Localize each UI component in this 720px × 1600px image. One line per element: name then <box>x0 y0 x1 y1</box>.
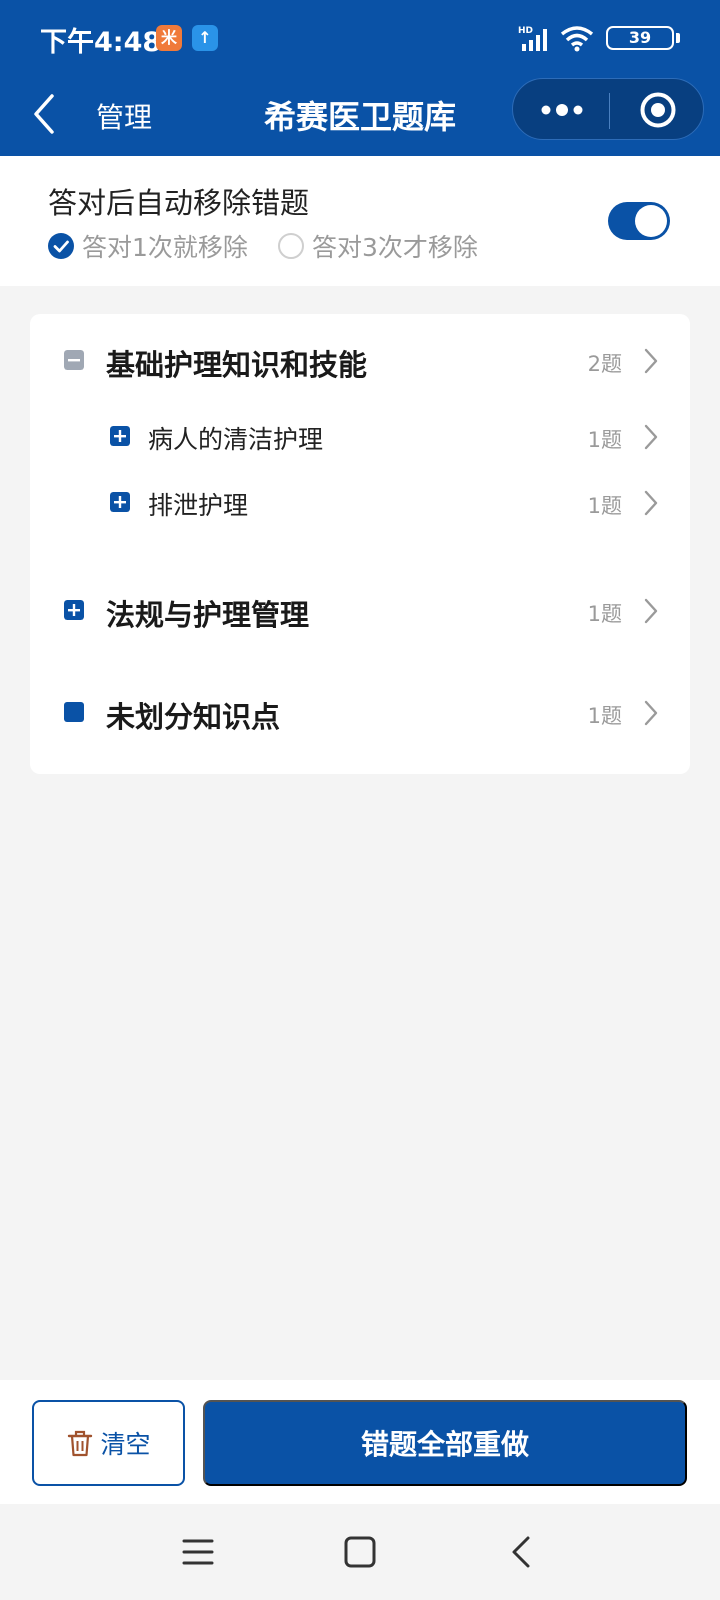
category-label: 病人的清洁护理 <box>148 425 324 454</box>
toggle-knob <box>635 205 667 237</box>
app-screen: 下午4:48 米 ↑ HD 39 管理 希赛医卫题库 答对后自动移除错题 答对1… <box>0 0 720 1600</box>
system-nav-bar <box>0 1504 720 1600</box>
bottom-action-bar: 清空 错题全部重做 <box>0 1380 720 1504</box>
option-remove-after-1[interactable]: 答对1次就移除 <box>48 228 248 264</box>
plus-square-icon[interactable] <box>110 492 130 512</box>
system-back-icon[interactable] <box>500 1532 544 1572</box>
radio-checked-icon[interactable] <box>48 233 74 259</box>
auto-remove-settings: 答对后自动移除错题 答对1次就移除 答对3次才移除 <box>0 156 720 286</box>
upload-notification-icon: ↑ <box>192 25 218 51</box>
chevron-right-icon[interactable] <box>642 698 660 728</box>
network-type-label: HD <box>518 26 533 36</box>
menu-icon[interactable] <box>176 1532 220 1572</box>
chevron-right-icon[interactable] <box>642 596 660 626</box>
nav-bar: 管理 希赛医卫题库 <box>0 76 720 156</box>
more-dots-icon[interactable] <box>539 99 585 121</box>
clear-button-label: 清空 <box>100 1431 151 1459</box>
back-chevron-icon[interactable] <box>26 90 62 138</box>
chevron-right-icon[interactable] <box>642 488 660 518</box>
signal-icon: HD <box>518 26 547 51</box>
category-label: 未划分知识点 <box>106 700 281 734</box>
category-label: 法规与护理管理 <box>106 598 310 632</box>
plus-square-icon[interactable] <box>64 600 84 620</box>
category-row[interactable]: 未划分知识点 1题 <box>30 682 690 742</box>
redo-all-button[interactable]: 错题全部重做 <box>203 1400 687 1486</box>
battery-indicator: 39 <box>606 26 674 50</box>
auto-remove-toggle[interactable] <box>608 202 670 240</box>
plus-square-icon[interactable] <box>110 426 130 446</box>
auto-remove-title: 答对后自动移除错题 <box>48 186 310 220</box>
battery-level: 39 <box>628 28 652 47</box>
minus-square-icon[interactable] <box>64 350 84 370</box>
wifi-icon <box>560 26 594 52</box>
option-remove-after-3[interactable]: 答对3次才移除 <box>278 228 478 264</box>
home-icon[interactable] <box>338 1532 382 1572</box>
category-label: 排泄护理 <box>148 491 249 520</box>
close-target-icon[interactable] <box>639 91 677 129</box>
app-header: 下午4:48 米 ↑ HD 39 管理 希赛医卫题库 <box>0 0 720 156</box>
category-row[interactable]: 病人的清洁护理 1题 <box>30 412 690 462</box>
status-bar: 下午4:48 米 ↑ HD 39 <box>0 0 720 76</box>
miniprogram-capsule <box>512 78 704 140</box>
category-row[interactable]: 基础护理知识和技能 2题 <box>30 332 690 392</box>
question-count: 2题 <box>587 352 622 376</box>
chevron-right-icon[interactable] <box>642 422 660 452</box>
category-row[interactable]: 法规与护理管理 1题 <box>30 580 690 640</box>
question-count: 1题 <box>587 704 622 728</box>
radio-unchecked-icon[interactable] <box>278 233 304 259</box>
capsule-divider <box>609 93 610 129</box>
trash-icon <box>68 1430 93 1457</box>
clear-button[interactable]: 清空 <box>32 1400 185 1486</box>
question-count: 1题 <box>587 428 622 452</box>
category-row[interactable]: 排泄护理 1题 <box>30 478 690 528</box>
status-time: 下午4:48 <box>40 27 162 58</box>
page-title: 希赛医卫题库 <box>263 98 456 136</box>
question-count: 1题 <box>587 602 622 626</box>
category-label: 基础护理知识和技能 <box>106 348 368 382</box>
question-count: 1题 <box>587 494 622 518</box>
option-label: 答对1次就移除 <box>82 233 248 262</box>
option-label: 答对3次才移除 <box>312 233 478 262</box>
shop-app-notification-icon: 米 <box>156 25 182 51</box>
square-icon <box>64 702 84 722</box>
knowledge-point-list: 基础护理知识和技能 2题 病人的清洁护理 1题 排泄护理 1题 法规与护理管理 … <box>30 314 690 774</box>
battery-tip <box>676 33 680 43</box>
status-indicators: HD 39 <box>480 22 680 56</box>
nav-back-label[interactable]: 管理 <box>96 96 152 136</box>
chevron-right-icon[interactable] <box>642 346 660 376</box>
